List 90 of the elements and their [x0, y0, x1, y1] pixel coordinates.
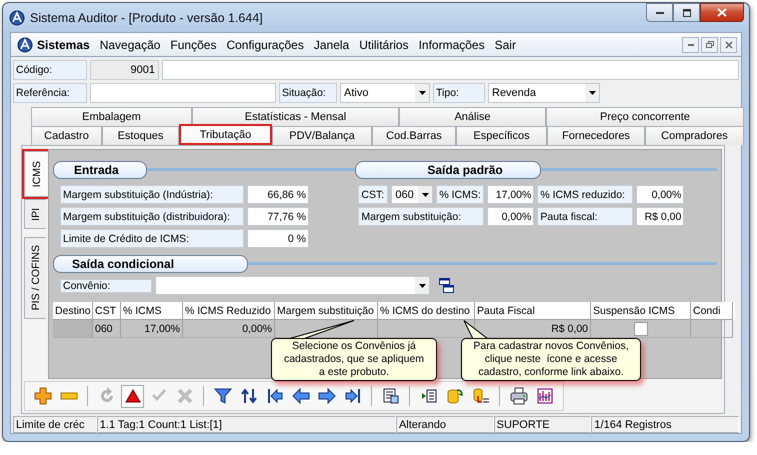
reference-field[interactable]	[90, 83, 276, 103]
tab[interactable]: Específicos	[456, 126, 547, 145]
minimize-icon	[656, 12, 664, 14]
tab[interactable]: Embalagem	[31, 107, 192, 126]
status-text: SUPORTE	[494, 416, 592, 433]
type-dropdown[interactable]: Revenda	[488, 83, 600, 103]
tab[interactable]: Tributação	[179, 124, 272, 145]
percent-field[interactable]: 77,76 %	[247, 207, 309, 226]
percent-field[interactable]: 17,00%	[487, 185, 534, 204]
column-header[interactable]: % ICMS do destino	[378, 302, 475, 320]
percent-field[interactable]: 0 %	[247, 229, 309, 248]
maximize-icon	[682, 8, 692, 16]
menu-item[interactable]: Janela	[308, 36, 354, 54]
table-cell: 0,00%	[183, 320, 275, 338]
field-label: CST:	[358, 185, 388, 204]
checkbox[interactable]	[634, 322, 648, 336]
app-menu[interactable]: Sistemas	[15, 34, 95, 54]
menu-item[interactable]: Sair	[490, 36, 521, 54]
windows-icon[interactable]	[439, 278, 454, 293]
tab[interactable]: PDV/Balança	[272, 126, 372, 145]
minimize-icon	[688, 44, 694, 46]
menu-item[interactable]: Informações	[414, 36, 490, 54]
menu-item[interactable]: Utilitários	[354, 36, 414, 54]
mdi-close-button[interactable]	[720, 36, 737, 52]
table-cell	[53, 320, 93, 338]
field-label: Margem substituição (distribuidora):	[60, 207, 244, 226]
code-field: 9001	[90, 60, 159, 80]
window-title: Sistema Auditor - [Produto - versão 1.644]	[30, 10, 263, 24]
column-header[interactable]: CST	[93, 302, 121, 320]
column-header[interactable]: Condi	[691, 302, 733, 320]
currency-field[interactable]: R$ 0,00	[636, 207, 684, 226]
maximize-button[interactable]	[673, 3, 700, 22]
column-header[interactable]: Suspensão ICMS	[591, 302, 691, 320]
minimize-button[interactable]	[646, 3, 673, 22]
menu-item[interactable]: Navegação	[94, 36, 166, 54]
close-button[interactable]	[700, 3, 744, 22]
status-dropdown[interactable]: Ativo	[340, 83, 430, 103]
table-cell: 17,00%	[121, 320, 183, 338]
percent-field[interactable]: 0,00%	[636, 185, 684, 204]
tab[interactable]: Estatísticas - Mensal	[192, 107, 399, 126]
section-header: Entrada	[53, 160, 147, 178]
field-label: Limite de Crédito de ICMS:	[60, 229, 244, 248]
percent-field[interactable]: 66,86 %	[247, 185, 309, 204]
column-header[interactable]: Pauta Fiscal	[475, 302, 591, 320]
status-text: 1.1 Tag:1 Count:1 List:[1]	[96, 416, 396, 433]
close-icon	[717, 8, 727, 17]
tab[interactable]: Fornecedores	[547, 126, 645, 145]
column-header[interactable]: Margem substituição	[275, 302, 378, 320]
close-icon	[724, 40, 732, 48]
section-header: Saída padrão	[355, 160, 541, 178]
app-logo-icon	[17, 36, 33, 52]
field-label: Tipo:	[433, 83, 485, 103]
field-label: Margem substituição (Indústria):	[60, 185, 244, 204]
column-header[interactable]: % ICMS Reduzido	[183, 302, 275, 320]
restore-icon	[706, 41, 714, 48]
status-text: Alterando	[396, 416, 494, 433]
cst-dropdown[interactable]: 060	[391, 185, 434, 204]
mdi-restore-button[interactable]	[701, 36, 718, 52]
tab[interactable]: Compradores	[645, 126, 744, 145]
menu-item[interactable]: Funções	[165, 36, 222, 54]
dropdown-arrow-icon	[588, 91, 596, 95]
side-tab[interactable]: PIS / COFINS	[24, 237, 46, 319]
field-label: Pauta fiscal:	[537, 207, 634, 226]
column-header[interactable]: % ICMS	[121, 302, 183, 320]
dropdown-arrow-icon	[422, 192, 429, 196]
tab[interactable]: Análise	[399, 107, 546, 126]
tab[interactable]: Cadastro	[31, 126, 102, 145]
dropdown-arrow-icon	[418, 91, 426, 95]
description-field[interactable]	[162, 60, 739, 80]
dropdown-arrow-icon	[418, 284, 426, 288]
section-header: Saída condicional	[53, 254, 248, 272]
field-label: Referência:	[13, 83, 87, 103]
menu-item[interactable]: Configurações	[221, 36, 309, 54]
tab[interactable]: Estoques	[102, 126, 179, 145]
field-label: % ICMS reduzido:	[537, 185, 634, 204]
tab[interactable]: Preço concorrente	[546, 107, 744, 126]
table-cell: 060	[93, 320, 121, 338]
field-label: Código:	[13, 60, 87, 80]
side-tab[interactable]: IPI	[24, 199, 46, 229]
mdi-minimize-button[interactable]	[682, 36, 699, 52]
tab[interactable]: Cod.Barras	[372, 126, 456, 145]
field-label: Margem substituição:	[358, 207, 484, 226]
app-logo-icon	[9, 10, 25, 26]
field-label: Convênio:	[60, 278, 152, 292]
side-tab[interactable]: ICMS	[24, 151, 48, 197]
field-label: % ICMS:	[436, 185, 484, 204]
status-text: 1/164 Registros	[591, 416, 739, 433]
status-text: Limite de créc	[13, 416, 97, 433]
field-label: Situação:	[279, 83, 337, 103]
percent-field[interactable]: 0,00%	[487, 207, 534, 226]
